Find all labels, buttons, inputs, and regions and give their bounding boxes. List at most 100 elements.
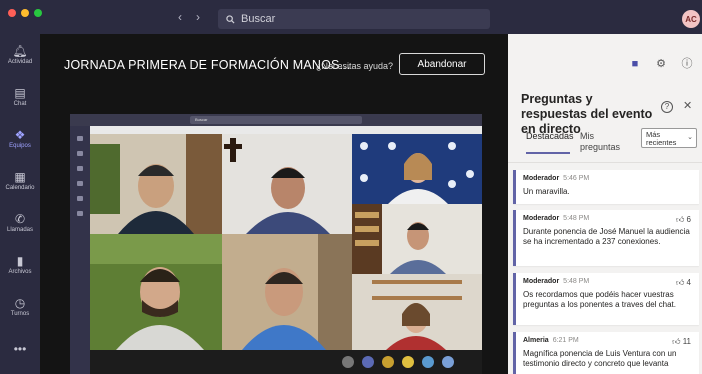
event-title: JORNADA PRIMERA DE FORMACIÓN MANOS... — [64, 58, 351, 72]
divider — [508, 162, 702, 163]
thumbs-up-icon: 👍︎ — [675, 215, 685, 224]
tab-my-questions[interactable]: Mis preguntas — [580, 131, 628, 153]
clock-icon: ◷ — [14, 296, 26, 310]
participant-figure — [222, 234, 352, 350]
participant-video-tile — [352, 134, 482, 204]
thumbs-up-icon: 👍︎ — [672, 337, 681, 346]
attendee-avatar — [442, 356, 454, 368]
attendee-avatar — [342, 356, 354, 368]
participant-video-tile — [90, 234, 222, 350]
teams-icon: ❖ — [14, 128, 26, 142]
more-apps-button[interactable]: ••• — [0, 328, 40, 370]
rail-item-calendar[interactable]: ▦ Calendario — [0, 160, 40, 202]
rail-label: Calendario — [5, 185, 35, 191]
likes-value: 11 — [682, 337, 691, 346]
like-count[interactable]: 👍︎ 4 — [676, 278, 691, 288]
attendee-avatar — [382, 356, 394, 368]
info-icon[interactable]: ⓘ — [681, 58, 693, 70]
sort-dropdown[interactable]: Más recientes ⌄ — [641, 128, 697, 148]
user-avatar[interactable]: AC — [682, 10, 700, 28]
rail-label: Chat — [13, 101, 27, 107]
shared-screen-video: Buscar — [70, 114, 482, 374]
search-input[interactable]: Buscar — [218, 9, 490, 29]
likes-value: 4 — [686, 278, 691, 287]
phone-icon: ✆ — [14, 212, 26, 226]
question-card[interactable]: Almeria 6:21 PM 👍︎ 11 Magnífica ponencia … — [513, 332, 699, 374]
participant-video-tile — [222, 234, 352, 350]
rail-item-shifts[interactable]: ◷ Turnos — [0, 286, 40, 328]
attendee-avatar — [402, 356, 414, 368]
title-bar: ‹ › Buscar AC — [0, 0, 702, 34]
shared-app-rail — [70, 126, 90, 374]
question-text: Durante ponencia de José Manuel la audie… — [523, 227, 690, 246]
search-icon — [226, 14, 235, 24]
participant-video-tile — [352, 204, 482, 274]
rail-label: Llamadas — [6, 227, 33, 233]
close-icon[interactable]: ✕ — [683, 99, 692, 112]
question-author: Almeria — [523, 337, 549, 344]
chat-icon: ▤ — [14, 86, 26, 100]
question-time: 5:48 PM — [563, 278, 590, 285]
question-time: 6:21 PM — [552, 337, 579, 344]
question-text: Os recordamos que podéis hacer vuestras … — [523, 290, 676, 309]
rail-item-activity[interactable]: 🔔︎ Actividad — [0, 34, 40, 76]
chevron-down-icon: ⌄ — [687, 134, 693, 141]
live-event-stage: JORNADA PRIMERA DE FORMACIÓN MANOS... ¿N… — [40, 34, 508, 374]
back-arrow-icon[interactable]: ‹ — [178, 10, 182, 24]
history-nav: ‹ › — [178, 10, 200, 24]
participant-video-tile — [352, 274, 482, 350]
rail-item-chat[interactable]: ▤ Chat — [0, 76, 40, 118]
tab-featured[interactable]: Destacadas — [526, 131, 574, 142]
rail-item-teams[interactable]: ❖ Equipos — [0, 118, 40, 160]
like-count[interactable]: 👍︎ 11 — [672, 337, 691, 347]
file-icon: ▮ — [16, 254, 24, 268]
event-header: JORNADA PRIMERA DE FORMACIÓN MANOS... ¿N… — [40, 34, 508, 96]
question-time: 5:46 PM — [563, 175, 590, 182]
participant-figure — [90, 134, 222, 234]
maximize-window-button[interactable] — [34, 9, 42, 17]
question-author: Moderador — [523, 175, 560, 182]
qa-panel: ■ ⚙ ⓘ Preguntas y respuestas del evento … — [508, 34, 702, 374]
attendee-avatar — [422, 356, 434, 368]
window-controls — [8, 9, 42, 17]
teams-window: ‹ › Buscar AC 🔔︎ Actividad ▤ Chat ❖ Equi… — [0, 0, 702, 374]
thumbs-up-icon: 👍︎ — [675, 278, 685, 287]
question-text: Magnífica ponencia de Luis Ventura con u… — [523, 349, 677, 368]
app-rail: 🔔︎ Actividad ▤ Chat ❖ Equipos ▦ Calendar… — [0, 34, 40, 374]
qa-panel-icon[interactable]: ■ — [629, 58, 641, 70]
attendee-strip — [90, 350, 482, 374]
participant-figure — [352, 204, 482, 274]
rail-item-files[interactable]: ▮ Archivos — [0, 244, 40, 286]
question-card[interactable]: Moderador 5:48 PM 👍︎ 6 Durante ponencia d… — [513, 210, 699, 266]
leave-button[interactable]: Abandonar — [399, 53, 485, 75]
likes-value: 6 — [686, 215, 691, 224]
more-icon: ••• — [13, 342, 27, 356]
question-author: Moderador — [523, 215, 560, 222]
attendee-avatar — [362, 356, 374, 368]
shared-search-input: Buscar — [190, 116, 362, 124]
minimize-window-button[interactable] — [21, 9, 29, 17]
rail-label: Equipos — [9, 143, 31, 149]
participant-figure — [90, 234, 222, 350]
question-time: 5:48 PM — [563, 215, 590, 222]
rail-label: Archivos — [8, 269, 32, 275]
rail-label: Actividad — [7, 59, 33, 65]
rail-item-calls[interactable]: ✆ Llamadas — [0, 202, 40, 244]
close-window-button[interactable] — [8, 9, 16, 17]
question-author: Moderador — [523, 278, 560, 285]
like-count[interactable]: 👍︎ 6 — [676, 215, 691, 225]
question-card[interactable]: Moderador 5:46 PM Un maravilla. — [513, 170, 699, 204]
forward-arrow-icon[interactable]: › — [196, 10, 200, 24]
shared-banner — [90, 126, 482, 134]
help-icon[interactable]: ? — [661, 101, 673, 113]
video-grid — [90, 134, 482, 350]
question-card[interactable]: Moderador 5:48 PM 👍︎ 4 Os recordamos que … — [513, 273, 699, 325]
calendar-icon: ▦ — [14, 170, 26, 184]
participant-figure — [352, 274, 482, 350]
help-link[interactable]: ¿Necesitas ayuda? — [316, 61, 393, 71]
settings-gear-icon[interactable]: ⚙ — [655, 58, 667, 70]
shared-titlebar: Buscar — [70, 114, 482, 126]
bell-icon: 🔔︎ — [12, 44, 28, 58]
sort-label: Más recientes — [646, 130, 677, 147]
active-tab-indicator — [526, 152, 570, 154]
